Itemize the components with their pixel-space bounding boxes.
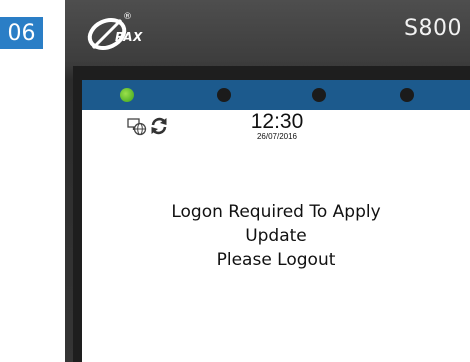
message-line-2: Update [245,226,307,246]
payment-terminal: ® PAX S800 12:30 26/07/2016 Logon Requir… [65,0,470,362]
led-indicator-bar [82,80,470,110]
led-1-indicator [120,88,134,102]
registered-mark: ® [123,12,132,22]
message-line-3: Please Logout [216,250,336,270]
clock-date: 26/07/2016 [256,132,298,141]
brand-name: PAX [115,30,143,44]
network-icon [127,118,147,136]
led-2-indicator [217,88,231,102]
terminal-header: ® PAX S800 [65,0,470,62]
terminal-display: 12:30 26/07/2016 Logon Required To Apply… [82,110,470,362]
status-message: Logon Required To Apply Update Please Lo… [82,200,470,272]
led-4-indicator [400,88,414,102]
led-3-indicator [312,88,326,102]
step-number-badge: 06 [0,17,43,49]
step-number: 06 [7,20,36,46]
clock-time: 12:30 [250,110,304,133]
model-label: S800 [404,16,462,41]
message-line-1: Logon Required To Apply [171,202,381,222]
sync-icon [151,117,167,135]
